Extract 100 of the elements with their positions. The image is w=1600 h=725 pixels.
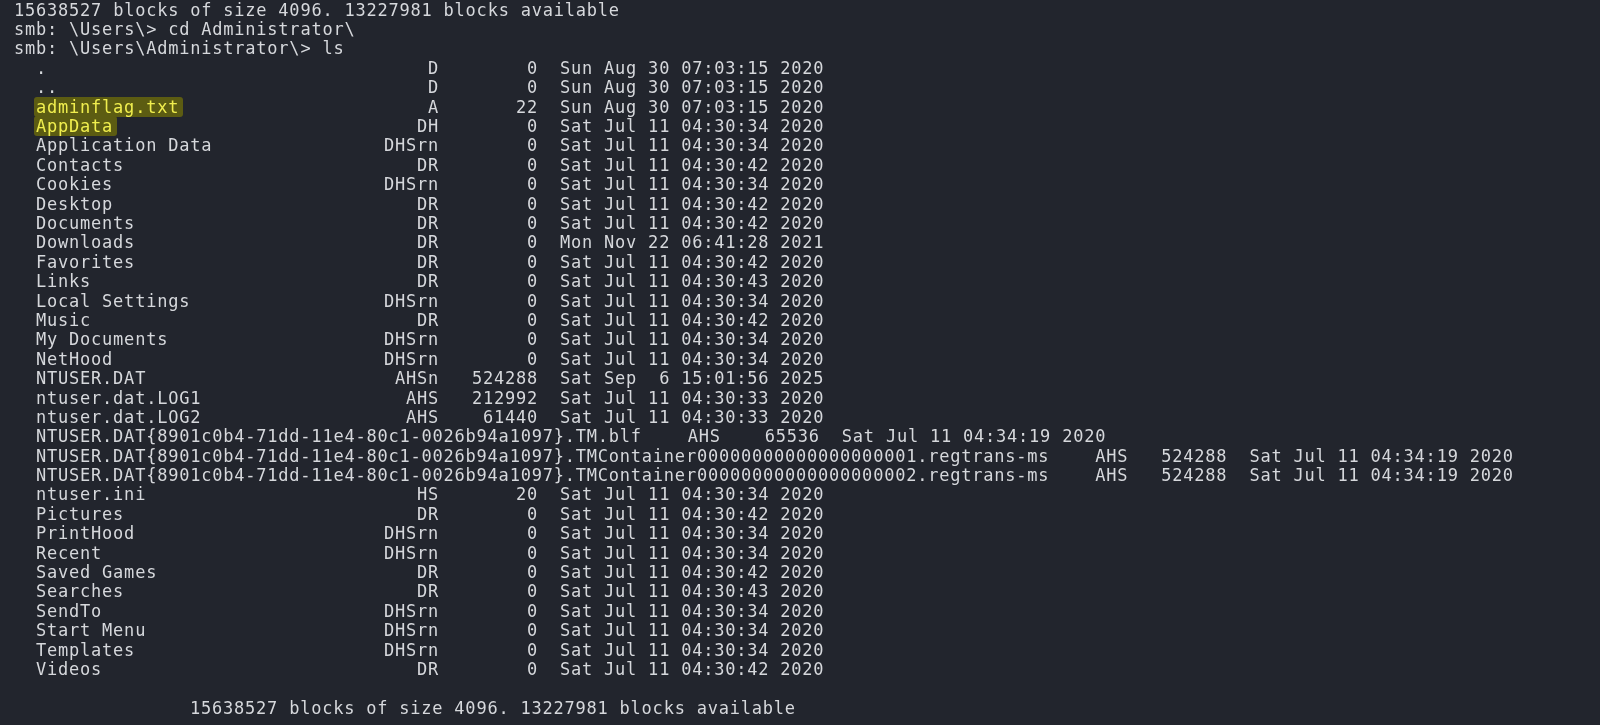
file-date: Sat Jul 11 04:30:34 2020 bbox=[560, 290, 825, 311]
file-name: Local Settings bbox=[35, 290, 192, 311]
file-date: Sat Jul 11 04:30:43 2020 bbox=[560, 581, 825, 602]
file-name: Templates bbox=[35, 639, 137, 660]
file-name: Start Menu bbox=[35, 620, 148, 641]
file-date: Sat Sep 6 15:01:56 2025 bbox=[560, 368, 825, 389]
file-name: Favorites bbox=[35, 251, 137, 272]
file-attributes: DR bbox=[415, 503, 439, 524]
file-date: Sat Jul 11 04:30:43 2020 bbox=[560, 271, 825, 292]
file-attributes: DR bbox=[415, 581, 439, 602]
file-name: ntuser.dat.LOG2 bbox=[35, 406, 203, 427]
file-size: 0 bbox=[526, 154, 538, 175]
file-size: 0 bbox=[526, 659, 538, 679]
file-name: Documents bbox=[35, 213, 137, 233]
file-size: 0 bbox=[526, 232, 538, 253]
file-attributes: DR bbox=[415, 213, 439, 233]
file-date: Sat Jul 11 04:30:34 2020 bbox=[560, 348, 825, 369]
file-name: Downloads bbox=[35, 232, 137, 253]
file-attributes: A bbox=[427, 96, 439, 117]
file-size: 61440 bbox=[481, 406, 538, 427]
file-attributes: DH bbox=[415, 116, 439, 137]
file-attributes: AHS bbox=[1094, 445, 1129, 466]
file-name: Cookies bbox=[35, 174, 115, 195]
file-date: Sat Jul 11 04:30:42 2020 bbox=[560, 154, 825, 175]
file-attributes: DR bbox=[415, 193, 439, 214]
file-size: 524288 bbox=[1160, 465, 1228, 486]
file-size: 0 bbox=[526, 503, 538, 524]
command-text: ls bbox=[322, 38, 345, 59]
file-attributes: DHSrn bbox=[382, 600, 439, 621]
prompt: smb: \Users\> bbox=[14, 19, 158, 40]
file-size: 0 bbox=[526, 271, 538, 292]
file-attributes: DR bbox=[415, 309, 439, 330]
file-size: 0 bbox=[526, 581, 538, 602]
prompt: smb: \Users\Administrator\> bbox=[14, 38, 312, 59]
file-date: Sat Jul 11 04:30:42 2020 bbox=[560, 562, 825, 583]
file-date: Sun Aug 30 07:03:15 2020 bbox=[560, 57, 825, 78]
file-attributes: AHSn bbox=[393, 368, 439, 389]
file-attributes: DR bbox=[415, 271, 439, 292]
file-date: Sat Jul 11 04:30:42 2020 bbox=[560, 213, 825, 233]
file-attributes: DHSrn bbox=[382, 290, 439, 311]
file-date: Sun Aug 30 07:03:15 2020 bbox=[560, 77, 825, 98]
file-date: Sat Jul 11 04:30:42 2020 bbox=[560, 193, 825, 214]
file-attributes: DHSrn bbox=[382, 135, 439, 156]
file-attributes: DHSrn bbox=[382, 348, 439, 369]
file-date: Sat Jul 11 04:30:42 2020 bbox=[560, 309, 825, 330]
file-size: 0 bbox=[526, 290, 538, 311]
file-size: 0 bbox=[526, 77, 538, 98]
file-name: NTUSER.DAT{8901c0b4-71dd-11e4-80c1-0026b94a1097}.TMContainer00000000000000000002.regtrans-ms bbox=[35, 465, 1051, 486]
file-attributes: D bbox=[427, 57, 439, 78]
file-name: My Documents bbox=[35, 329, 170, 350]
file-date: Sat Jul 11 04:34:19 2020 bbox=[1249, 445, 1514, 466]
file-date: Sat Jul 11 04:34:19 2020 bbox=[1249, 465, 1514, 486]
file-size: 524288 bbox=[1160, 445, 1228, 466]
file-attributes: DR bbox=[415, 562, 439, 583]
file-attributes: DR bbox=[415, 154, 439, 175]
file-size: 0 bbox=[526, 174, 538, 195]
file-name: PrintHood bbox=[35, 523, 137, 544]
output-text: 15638527 blocks of size 4096. 13227981 blocks available bbox=[190, 697, 796, 718]
file-size: 65536 bbox=[763, 426, 820, 447]
file-name: adminflag.txt bbox=[34, 96, 184, 117]
file-name: Pictures bbox=[35, 503, 126, 524]
file-date: Sun Aug 30 07:03:15 2020 bbox=[560, 96, 825, 117]
file-date: Sat Jul 11 04:30:34 2020 bbox=[560, 600, 825, 621]
file-name: ntuser.ini bbox=[35, 484, 147, 505]
file-attributes: DHSrn bbox=[382, 523, 439, 544]
file-date: Sat Jul 11 04:30:34 2020 bbox=[560, 542, 825, 563]
file-attributes: AHS bbox=[686, 426, 721, 447]
file-date: Sat Jul 11 04:30:34 2020 bbox=[560, 523, 825, 544]
file-size: 212992 bbox=[470, 387, 538, 408]
file-attributes: AHS bbox=[1094, 465, 1129, 486]
file-date: Sat Jul 11 04:30:42 2020 bbox=[560, 659, 825, 679]
file-name: NTUSER.DAT{8901c0b4-71dd-11e4-80c1-0026b94a1097}.TMContainer00000000000000000001.regtrans-ms bbox=[35, 445, 1051, 466]
file-attributes: DHSrn bbox=[382, 542, 439, 563]
file-attributes: DR bbox=[415, 659, 439, 679]
file-size: 0 bbox=[526, 348, 538, 369]
file-name: ntuser.dat.LOG1 bbox=[35, 387, 203, 408]
file-name: SendTo bbox=[35, 600, 104, 621]
file-date: Sat Jul 11 04:34:19 2020 bbox=[841, 426, 1107, 447]
file-name: Application Data bbox=[35, 135, 214, 156]
file-size: 524288 bbox=[470, 368, 538, 389]
file-name: NetHood bbox=[35, 348, 115, 369]
file-name: Videos bbox=[35, 659, 103, 679]
file-attributes: DHSrn bbox=[382, 174, 439, 195]
output-text: 15638527 blocks of size 4096. 13227981 blocks available bbox=[14, 0, 620, 20]
command-text: cd Administrator\ bbox=[168, 19, 356, 40]
file-date: Sat Jul 11 04:30:34 2020 bbox=[560, 639, 825, 660]
file-attributes: DR bbox=[415, 232, 439, 253]
file-date: Mon Nov 22 06:41:28 2021 bbox=[560, 232, 825, 253]
file-attributes: D bbox=[427, 77, 439, 98]
file-size: 0 bbox=[526, 309, 538, 330]
file-size: 0 bbox=[526, 523, 538, 544]
file-date: Sat Jul 11 04:30:33 2020 bbox=[560, 406, 825, 427]
file-name: . bbox=[35, 57, 48, 78]
file-date: Sat Jul 11 04:30:42 2020 bbox=[560, 503, 825, 524]
file-size: 0 bbox=[526, 562, 538, 583]
file-date: Sat Jul 11 04:30:34 2020 bbox=[560, 329, 825, 350]
file-name: AppData bbox=[34, 116, 118, 137]
file-attributes: HS bbox=[416, 484, 439, 505]
file-name: Music bbox=[35, 309, 93, 330]
file-date: Sat Jul 11 04:30:34 2020 bbox=[560, 135, 825, 156]
